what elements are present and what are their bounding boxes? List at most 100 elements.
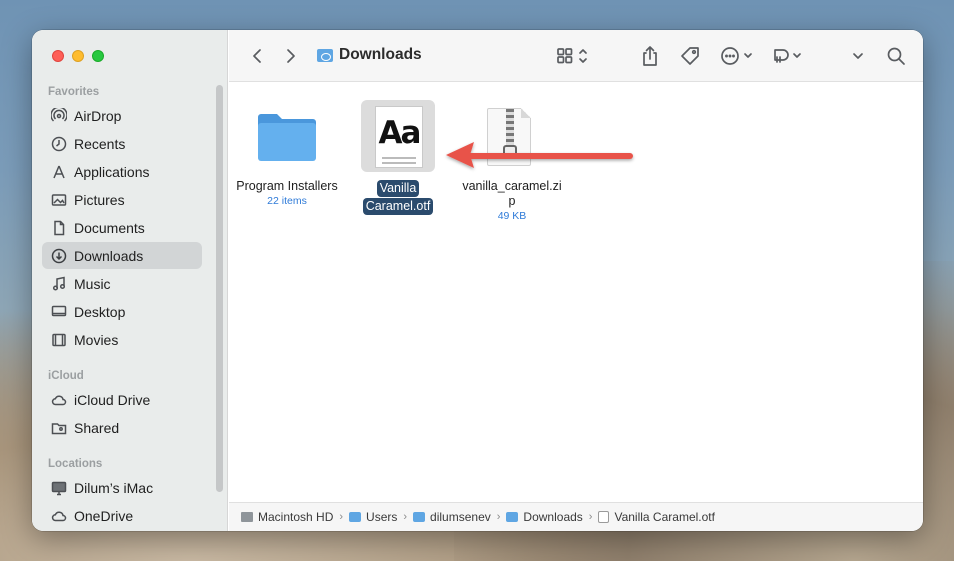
sidebar-item-label: Desktop [74,303,126,320]
folder-icon [506,512,519,522]
airdrop-icon [50,107,68,125]
path-item-vanilla-caramel-otf[interactable]: Vanilla Caramel.otf [598,510,715,524]
sidebar-item-desktop[interactable]: Desktop [42,298,202,325]
sidebar-item-shared[interactable]: Shared [42,414,202,441]
file-meta: 22 items [267,195,307,207]
sidebar-item-movies[interactable]: Movies [42,326,202,353]
path-item-macintosh-hd[interactable]: Macintosh HD [241,510,333,524]
sidebar-item-pictures[interactable]: Pictures [42,186,202,213]
finder-window: Favorites AirDrop Recents Applications P… [32,30,923,531]
sidebar-item-label: Downloads [74,247,144,264]
imac-icon [50,479,68,497]
zoom-button[interactable] [92,50,104,62]
sidebar-item-documents[interactable]: Documents [42,214,202,241]
tags-button[interactable] [677,44,703,68]
tag-dropdown-icon [774,49,801,63]
forward-button[interactable] [281,44,301,68]
font-file-icon [598,511,610,523]
file-name-line1: Vanilla [376,180,420,197]
folder-icon[interactable] [257,111,317,163]
ellipsis-circle-icon [721,47,752,65]
chevron-right-icon: › [339,511,344,523]
music-note-icon [50,275,68,293]
file-name: Program Installers [236,179,338,193]
preview-line [382,157,416,159]
share-icon [643,46,657,66]
sidebar-item-label: Dilum’s iMac [74,479,154,496]
cloud-icon [50,391,68,409]
path-label: Downloads [523,510,583,524]
chevron-right-icon [287,49,295,63]
minimize-button[interactable] [72,50,84,62]
sidebar-item-label: Pictures [74,191,125,208]
sidebar-item-airdrop[interactable]: AirDrop [42,102,202,129]
hard-drive-icon [241,512,253,522]
path-label: dilumsenev [430,510,491,524]
applications-icon [50,163,68,181]
preview-line [382,162,416,164]
sidebar-item-downloads[interactable]: Downloads [42,242,202,269]
folder-icon [413,512,426,522]
folder-icon [349,512,362,522]
path-label: Macintosh HD [258,510,334,524]
clock-icon [50,135,68,153]
tag-icon [681,47,699,65]
path-item-downloads[interactable]: Downloads [506,510,583,524]
file-item-program-installers[interactable]: Program Installers 22 items [229,179,345,207]
sidebar-item-recents[interactable]: Recents [42,130,202,157]
path-bar: Macintosh HD › Users › dilumsenev › Down… [229,502,923,531]
sidebar-item-label: Recents [74,135,126,152]
sidebar: Favorites AirDrop Recents Applications P… [32,30,228,531]
more-toolbar-button[interactable] [849,44,867,68]
toolbar: Downloads [229,30,923,82]
sidebar-section-icloud: iCloud [48,370,84,382]
sidebar-section-locations: Locations [48,458,103,470]
sidebar-item-label: iCloud Drive [74,391,151,408]
window-title: Downloads [317,46,422,64]
sidebar-item-onedrive[interactable]: OneDrive [42,502,202,529]
path-label: Vanilla Caramel.otf [614,510,715,524]
path-item-dilumsenev[interactable]: dilumsenev [413,510,491,524]
window-controls [52,50,104,62]
back-button[interactable] [247,44,267,68]
sidebar-item-applications[interactable]: Applications [42,158,202,185]
sidebar-item-label: Music [74,275,111,292]
search-button[interactable] [883,44,909,68]
action-menu-button[interactable] [719,44,755,68]
file-item-vanilla-caramel-zip[interactable]: vanilla_caramel.zi p 49 KB [457,179,567,222]
font-file-icon[interactable]: Aa [375,106,423,168]
path-item-users[interactable]: Users [349,510,397,524]
sidebar-item-label: Documents [74,219,145,236]
sidebar-item-label: AirDrop [74,107,122,124]
chevron-left-icon [253,49,261,63]
view-options-button[interactable] [555,44,593,68]
chevron-right-icon: › [588,511,593,523]
path-label: Users [366,510,398,524]
sidebar-scrollbar[interactable] [216,85,223,492]
download-icon [50,247,68,265]
sidebar-item-music[interactable]: Music [42,270,202,297]
document-icon [50,219,68,237]
sidebar-item-icloud-drive[interactable]: iCloud Drive [42,386,202,413]
film-icon [50,331,68,349]
share-button[interactable] [637,44,663,68]
file-name-line2: p [508,194,516,208]
desktop-icon [50,303,68,321]
file-meta: 49 KB [497,210,527,222]
chevron-right-icon: › [496,511,501,523]
quick-actions-button[interactable] [771,44,805,68]
file-name-line2: Caramel.otf [362,198,434,215]
close-button[interactable] [52,50,64,62]
search-icon [887,47,905,65]
sidebar-item-imac[interactable]: Dilum’s iMac [42,474,202,501]
shared-folder-icon [50,419,68,437]
file-name-line1: vanilla_caramel.zi [462,179,562,193]
sidebar-item-label: OneDrive [74,507,134,524]
grid-view-icon [557,48,587,64]
chevron-right-icon: › [403,511,408,523]
file-item-vanilla-caramel-otf[interactable]: Vanilla Caramel.otf [353,179,443,215]
sidebar-item-label: Applications [74,163,150,180]
photo-icon [50,191,68,209]
sidebar-item-label: Movies [74,331,119,348]
sidebar-section-favorites: Favorites [48,86,100,98]
